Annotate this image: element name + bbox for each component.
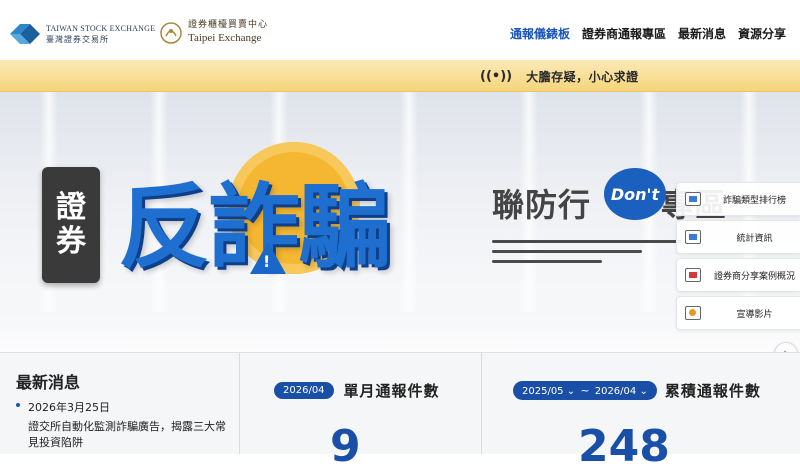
side-item-label: 宣導影片	[736, 309, 773, 320]
hero-title-char: 騙	[298, 173, 390, 281]
badge-char: 券	[56, 224, 86, 259]
side-quick-menu: 詐騙類型排行榜 統計資訊 證券商分享案例概況 宣導影片	[676, 182, 800, 334]
statistics-icon	[685, 230, 701, 244]
main-nav: 通報儀錶板 證券商通報專區 最新消息 資源分享	[510, 25, 786, 42]
monthly-period: 2026/04	[274, 382, 334, 399]
tpex-logo[interactable]: 證券櫃檯買賣中心 Taipei Exchange	[160, 21, 268, 44]
dont-speech-bubble: Don't	[604, 168, 666, 220]
news-title: 最新消息	[16, 373, 81, 392]
summary-panels: 最新消息 2026年3月25日 證交所自動化監測詐騙廣告，揭露三大常見投資陷阱 …	[0, 352, 800, 469]
side-item-statistics[interactable]: 統計資訊	[676, 220, 800, 254]
side-item-label: 證券商分享案例概況	[713, 271, 795, 282]
tpex-logo-icon	[160, 21, 182, 44]
side-item-videos[interactable]: 宣導影片	[676, 296, 800, 330]
nav-broker-report[interactable]: 證券商通報專區	[582, 25, 666, 42]
cumulative-panel: 2025/05 ⌄ ~ 2026/04 ⌄ 累積通報件數 248	[482, 353, 800, 469]
range-separator: ~	[580, 384, 590, 397]
side-item-label: 詐騙類型排行榜	[722, 195, 786, 206]
bullet-icon	[16, 403, 20, 407]
news-panel: 最新消息 2026年3月25日 證交所自動化監測詐騙廣告，揭露三大常見投資陷阱	[0, 353, 240, 454]
chevron-down-icon: ⌄	[639, 386, 648, 397]
nav-resources[interactable]: 資源分享	[738, 25, 786, 42]
news-date: 2026年3月25日	[28, 401, 110, 414]
side-item-cases[interactable]: 證券商分享案例概況	[676, 258, 800, 292]
video-icon	[685, 306, 701, 320]
hero-pillar	[400, 92, 418, 312]
tpex-logo-en: Taipei Exchange	[188, 32, 262, 44]
slogan-text: 大膽存疑，小心求證	[526, 70, 639, 84]
ranking-icon	[685, 192, 701, 206]
nav-dashboard[interactable]: 通報儀錶板	[510, 25, 570, 42]
nav-latest-news[interactable]: 最新消息	[678, 25, 726, 42]
securities-badge: 證 券	[42, 167, 100, 283]
site-header: TAIWAN STOCK EXCHANGE 臺灣證券交易所 證券櫃檯買賣中心 T…	[0, 0, 800, 64]
news-text: 證交所自動化監測詐騙廣告，揭露三大常見投資陷阱	[28, 420, 226, 449]
side-item-label: 統計資訊	[736, 233, 773, 244]
hero-title-char: 反	[118, 173, 210, 281]
chevron-down-icon: ⌄	[566, 386, 576, 397]
broadcast-icon: ((•))	[480, 69, 513, 84]
side-item-ranking[interactable]: 詐騙類型排行榜	[676, 182, 800, 216]
monthly-panel: 2026/04 單月通報件數 9	[240, 353, 482, 469]
badge-char: 證	[56, 189, 86, 225]
slogan-bar: ((•)) 大膽存疑，小心求證	[0, 60, 800, 92]
cumulative-range-select[interactable]: 2025/05 ⌄ ~ 2026/04 ⌄	[513, 381, 657, 400]
monthly-count: 9	[330, 421, 361, 472]
tpex-logo-zh: 證券櫃檯買賣中心	[188, 20, 269, 30]
twse-logo[interactable]: TAIWAN STOCK EXCHANGE 臺灣證券交易所	[10, 21, 155, 47]
cumulative-label: 累積通報件數	[664, 382, 761, 400]
warning-mark: !	[263, 252, 271, 271]
twse-logo-icon	[10, 21, 40, 47]
twse-logo-en: TAIWAN STOCK EXCHANGE	[46, 23, 156, 33]
news-item[interactable]: 2026年3月25日 證交所自動化監測詐騙廣告，揭露三大常見投資陷阱	[16, 399, 228, 451]
monthly-label: 單月通報件數	[343, 382, 440, 400]
cumulative-count: 248	[578, 421, 670, 472]
twse-logo-zh: 臺灣證券交易所	[46, 34, 109, 44]
hero-subtitle-start: 聯防行	[492, 186, 592, 224]
hero-decor-lines	[492, 240, 682, 270]
cumulative-end: 2026/04	[594, 386, 637, 397]
share-cases-icon	[685, 268, 701, 282]
cumulative-start: 2025/05	[522, 386, 564, 397]
